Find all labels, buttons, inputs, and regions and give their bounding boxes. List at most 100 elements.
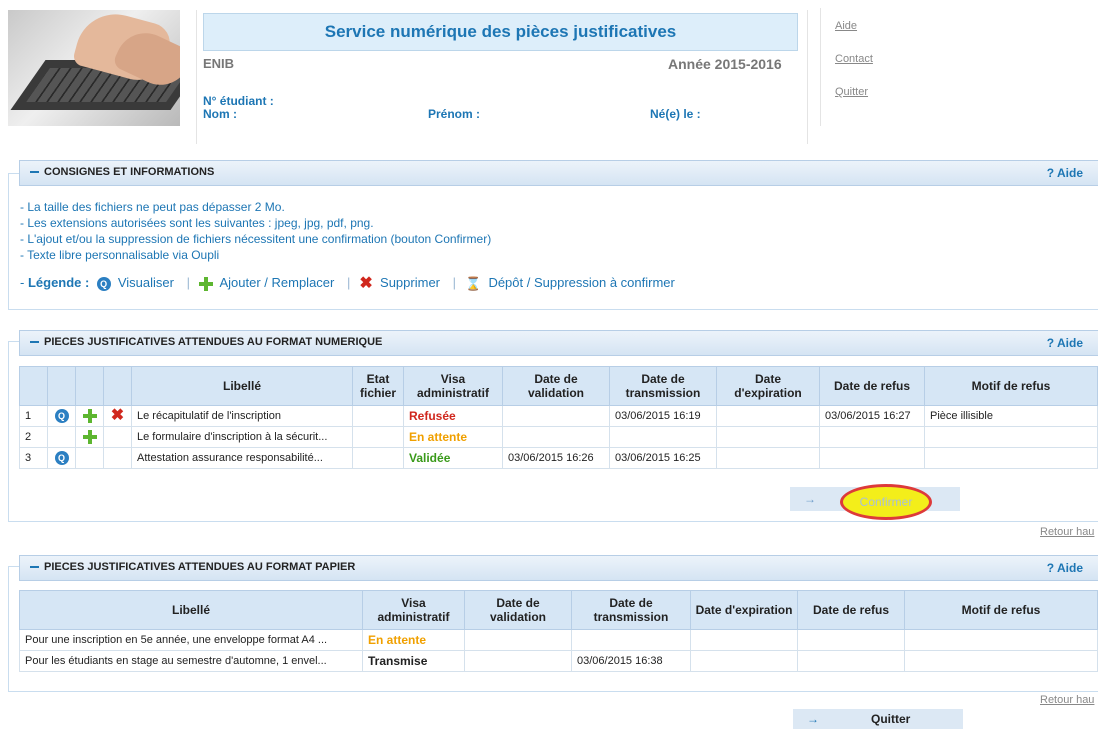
- col-expiration: Date d'expiration: [716, 366, 820, 406]
- side-links: Aide Contact Quitter: [820, 8, 1098, 126]
- row-expiration: [690, 629, 798, 651]
- info-line: - L'ajout et/ou la suppression de fichie…: [20, 232, 492, 246]
- header-photo: [8, 10, 180, 126]
- row-validation: [464, 650, 572, 672]
- collapse-icon[interactable]: [30, 171, 39, 174]
- row-visa: Refusée: [403, 405, 503, 427]
- col-validation: Date de validation: [464, 590, 572, 630]
- contact-link[interactable]: Contact: [835, 53, 873, 65]
- add-icon: [198, 276, 213, 291]
- quit-label: Quitter: [871, 712, 911, 726]
- col-expiration: Date d'expiration: [690, 590, 798, 630]
- col-validation: Date de validation: [502, 366, 610, 406]
- consignes-aide-button[interactable]: ? Aide: [1047, 166, 1083, 180]
- info-line: - Texte libre personnalisable via Oupli: [20, 248, 220, 262]
- col-visa: Visa administratif: [403, 366, 503, 406]
- row-etat: [352, 426, 404, 448]
- row-visa: En attente: [403, 426, 503, 448]
- aide-link[interactable]: Aide: [835, 20, 857, 32]
- hourglass-icon: ⌛: [465, 275, 482, 291]
- legend-pending: Dépôt / Suppression à confirmer: [488, 275, 675, 290]
- paper-aide-button[interactable]: ? Aide: [1047, 561, 1083, 575]
- back-to-top-link[interactable]: Retour hau: [1040, 694, 1094, 706]
- paper-table: Libellé Visa administratif Date de valid…: [19, 590, 1098, 672]
- row-transmission: 03/06/2015 16:25: [609, 447, 717, 469]
- info-line: - Les extensions autorisées sont les sui…: [20, 216, 374, 230]
- table-header-row: Libellé Etat fichier Visa administratif …: [19, 366, 1098, 406]
- table-row: Pour les étudiants en stage au semestre …: [19, 650, 1098, 672]
- row-expiration: [716, 426, 820, 448]
- row-label: Pour les étudiants en stage au semestre …: [19, 650, 363, 672]
- add-icon[interactable]: [82, 430, 97, 444]
- row-transmission: 03/06/2015 16:19: [609, 405, 717, 427]
- paper-title: PIECES JUSTIFICATIVES ATTENDUES AU FORMA…: [44, 561, 356, 573]
- table-row: 2 Le formulaire d'inscription à la sécur…: [19, 426, 1098, 448]
- numeric-table: Libellé Etat fichier Visa administratif …: [19, 366, 1098, 469]
- row-refus: [819, 447, 925, 469]
- student-number-label: N° étudiant :: [203, 94, 274, 108]
- col-transmission: Date de transmission: [609, 366, 717, 406]
- legend-delete: Supprimer: [380, 275, 440, 290]
- row-visa: Validée: [403, 447, 503, 469]
- row-etat: [352, 447, 404, 469]
- numeric-aide-button[interactable]: ? Aide: [1047, 336, 1083, 350]
- row-transmission: [571, 629, 691, 651]
- table-row: 3 Q Attestation assurance responsabilité…: [19, 447, 1098, 469]
- col-refus: Date de refus: [797, 590, 905, 630]
- paper-header: PIECES JUSTIFICATIVES ATTENDUES AU FORMA…: [19, 555, 1098, 581]
- ne-le-label: Né(e) le :: [650, 107, 701, 121]
- numeric-title: PIECES JUSTIFICATIVES ATTENDUES AU FORMA…: [44, 336, 383, 348]
- nom-label: Nom :: [203, 107, 237, 121]
- institution-name: ENIB: [203, 56, 235, 71]
- row-refus: [819, 426, 925, 448]
- row-expiration: [690, 650, 798, 672]
- col-visa: Visa administratif: [362, 590, 465, 630]
- row-validation: [502, 405, 610, 427]
- col-libelle: Libellé: [19, 590, 363, 630]
- row-label: Pour une inscription en 5e année, une en…: [19, 629, 363, 651]
- add-icon[interactable]: [82, 409, 97, 423]
- arrow-right-icon: →: [807, 712, 819, 726]
- prenom-label: Prénom :: [428, 107, 481, 121]
- consignes-title: CONSIGNES ET INFORMATIONS: [44, 166, 215, 178]
- row-transmission: [609, 426, 717, 448]
- row-validation: [502, 426, 610, 448]
- quitter-link[interactable]: Quitter: [835, 86, 868, 98]
- row-validation: [464, 629, 572, 651]
- row-visa: Transmise: [362, 650, 465, 672]
- col-transmission: Date de transmission: [571, 590, 691, 630]
- academic-year: Année 2015-2016: [668, 56, 782, 72]
- info-line: - La taille des fichiers ne peut pas dép…: [20, 200, 285, 214]
- col-etat: Etat fichier: [352, 366, 404, 406]
- numeric-header: PIECES JUSTIFICATIVES ATTENDUES AU FORMA…: [19, 330, 1098, 356]
- consignes-header: CONSIGNES ET INFORMATIONS ? Aide: [19, 160, 1098, 186]
- row-refus: 03/06/2015 16:27: [819, 405, 925, 427]
- arrow-right-icon: →: [804, 492, 816, 506]
- row-transmission: 03/06/2015 16:38: [571, 650, 691, 672]
- row-motif: Pièce illisible: [924, 405, 1098, 427]
- delete-icon[interactable]: ✖: [111, 408, 124, 424]
- consignes-section: CONSIGNES ET INFORMATIONS ? Aide - La ta…: [8, 160, 1098, 310]
- col-refus: Date de refus: [819, 366, 925, 406]
- row-motif: [904, 650, 1098, 672]
- row-label: Le récapitulatif de l'inscription: [131, 405, 353, 427]
- legend-label: Légende :: [27, 275, 90, 290]
- view-icon[interactable]: Q: [54, 451, 69, 465]
- row-label: Le formulaire d'inscription à la sécurit…: [131, 426, 353, 448]
- collapse-icon[interactable]: [30, 341, 39, 344]
- page-title: Service numérique des pièces justificati…: [203, 13, 798, 51]
- legend: - Légende : Q Visualiser | Ajouter / Rem…: [20, 274, 675, 292]
- row-motif: [924, 447, 1098, 469]
- quit-button[interactable]: → Quitter: [793, 709, 963, 729]
- row-number: 1: [19, 405, 48, 427]
- collapse-icon[interactable]: [30, 566, 39, 569]
- back-to-top-link[interactable]: Retour hau: [1040, 526, 1094, 538]
- view-icon[interactable]: Q: [54, 409, 69, 423]
- confirm-button[interactable]: Confirmer: [840, 484, 932, 520]
- row-visa: En attente: [362, 629, 465, 651]
- row-number: 3: [19, 447, 48, 469]
- row-motif: [904, 629, 1098, 651]
- legend-prefix: -: [20, 275, 28, 290]
- row-refus: [797, 629, 905, 651]
- legend-add: Ajouter / Remplacer: [219, 275, 335, 290]
